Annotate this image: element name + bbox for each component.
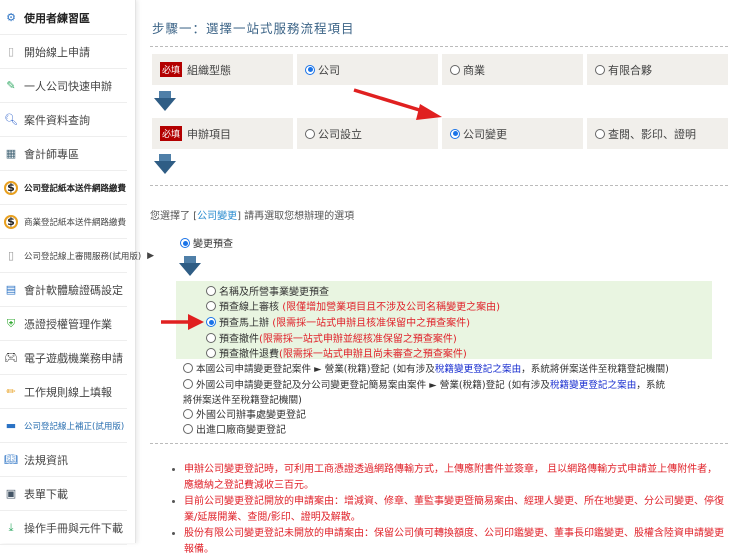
change-precheck-option[interactable]: 變更預查 bbox=[180, 235, 233, 250]
note-item: 目前公司變更登記開放的申請案由：增減資、修章、董監事變更暨簡易案由、經理人變更、… bbox=[184, 494, 727, 526]
dollar-icon: $ bbox=[4, 214, 18, 229]
radio[interactable] bbox=[305, 128, 315, 139]
apply-item-row: 必填 申辦項目 公司設立 公司變更 查閱、影印、證明 bbox=[152, 118, 728, 149]
clipboard-edit-icon: ✎ bbox=[6, 79, 16, 92]
red-arrow-icon bbox=[353, 88, 442, 120]
calculator-icon: ▦ bbox=[5, 147, 17, 160]
download-icon: ⤓ bbox=[8, 520, 14, 534]
down-arrow-icon bbox=[179, 256, 201, 276]
suboption[interactable]: 預查馬上辦 (限需採一站式申辦且核准保留中之預查案件) bbox=[206, 314, 470, 329]
sidebar-item-forms[interactable]: ▣ 表單下載 bbox=[0, 477, 127, 511]
dollar-icon: $ bbox=[4, 180, 18, 195]
apply-item-setup[interactable]: 公司設立 bbox=[297, 118, 438, 149]
suboption[interactable]: 名稱及所營事業變更預查 bbox=[206, 283, 329, 298]
suboption[interactable]: 預查撤件(限需採一站式申辦並經核准保留之預查案件) bbox=[206, 330, 457, 345]
phone-icon: ▯ bbox=[7, 249, 15, 262]
radio[interactable] bbox=[595, 64, 605, 75]
other-option[interactable]: 出進口廠商變更登記 bbox=[183, 421, 286, 436]
divider bbox=[150, 185, 728, 186]
radio[interactable] bbox=[450, 128, 460, 139]
calculator-grid-icon: ▤ bbox=[5, 283, 17, 296]
radio[interactable] bbox=[595, 128, 605, 139]
gears-icon: ⚙ bbox=[6, 11, 16, 24]
sidebar-item-game[interactable]: 🎮︎ 電子遊戲機業務申請 bbox=[0, 341, 127, 375]
gamepad-icon: 🎮︎ bbox=[4, 351, 18, 364]
other-option[interactable]: 外國公司申請變更登記及分公司變更登記簡易案由案件 ► 營業(稅籍)登記 (如有涉… bbox=[183, 377, 665, 391]
sidebar-item-one-person[interactable]: ✎ 一人公司快速申辦 bbox=[0, 69, 127, 103]
radio[interactable] bbox=[305, 64, 315, 75]
required-tag: 必填 bbox=[160, 62, 183, 77]
org-type-company[interactable]: 公司 bbox=[297, 54, 438, 85]
apply-item-inspect[interactable]: 查閱、影印、證明 bbox=[587, 118, 728, 149]
divider bbox=[150, 443, 728, 444]
save-icon: ▣ bbox=[5, 487, 17, 500]
sidebar-item-apply[interactable]: ▯ 開始線上申請 bbox=[0, 35, 127, 69]
other-option-cont: 將併案送件至稅籍登記機關) bbox=[183, 395, 302, 406]
apply-item-label: 必填 申辦項目 bbox=[152, 118, 293, 149]
radio[interactable] bbox=[450, 64, 460, 75]
sidebar-item-manual[interactable]: ⤓ 操作手冊與元件下載 bbox=[0, 511, 127, 545]
suboption[interactable]: 預查線上審核 (限僅增加營業項目且不涉及公司名稱變更之案由) bbox=[206, 298, 500, 313]
sidebar-item-query[interactable]: 🔍︎ 案件資料查詢 bbox=[0, 103, 127, 137]
org-type-label: 必填 組織型態 bbox=[152, 54, 293, 85]
chevron-right-icon[interactable]: ▶ bbox=[147, 251, 154, 261]
sidebar-item-practice[interactable]: ⚙ 使用者練習區 bbox=[0, 1, 127, 35]
pencil-icon: ✏ bbox=[6, 385, 16, 398]
sidebar-item-regulations[interactable]: 📖︎ 法規資訊 bbox=[0, 443, 127, 477]
sidebar-item-accountant[interactable]: ▦ 會計師專區 bbox=[0, 137, 127, 171]
other-option[interactable]: 外國公司辦事處變更登記 bbox=[183, 406, 306, 421]
selection-summary: 您選擇了 [公司變更] 請再選取您想辦理的選項 bbox=[150, 211, 355, 222]
other-option[interactable]: 本國公司申請變更登記案件 ► 營業(稅籍)登記 (如有涉及稅籍變更登記之案由，系… bbox=[183, 361, 669, 375]
required-tag: 必填 bbox=[160, 126, 183, 141]
sidebar: ⚙ 使用者練習區 ▯ 開始線上申請 ✎ 一人公司快速申辦 🔍︎ 案件資料查詢 ▦ 會計師專… bbox=[0, 0, 154, 545]
suboption[interactable]: 預查撤件退費(限需採一站式申辦且尚未審查之預查案件) bbox=[206, 345, 467, 360]
notes-list: 申辦公司變更登記時，可利用工商憑證透過網路傳輸方式，上傳應附書件並簽章， 且以網… bbox=[172, 462, 727, 558]
sidebar-item-company-payment[interactable]: $ 公司登記紙本送件網路繳費 bbox=[0, 171, 127, 205]
apply-item-change[interactable]: 公司變更 bbox=[442, 118, 583, 149]
page-title: 步驟一：選擇一站式服務流程項目 bbox=[152, 21, 355, 36]
org-type-partnership[interactable]: 有限合夥 bbox=[587, 54, 728, 85]
sidebar-item-certificate[interactable]: ⛨ 憑證授權管理作業 bbox=[0, 307, 127, 341]
book-icon: 📖︎ bbox=[4, 453, 18, 466]
document-icon: ▯ bbox=[7, 45, 15, 58]
shield-check-icon: ⛨ bbox=[6, 316, 16, 330]
card-icon: ▬ bbox=[5, 419, 17, 432]
divider bbox=[150, 46, 728, 47]
sidebar-item-software-code[interactable]: ▤ 會計軟體驗證碼設定 bbox=[0, 273, 127, 307]
radio[interactable] bbox=[180, 238, 190, 248]
note-item: 申辦公司變更登記時，可利用工商憑證透過網路傳輸方式，上傳應附書件並簽章， 且以網… bbox=[184, 462, 727, 494]
sidebar-item-business-payment[interactable]: $ 商業登記紙本送件網路繳費 bbox=[0, 205, 127, 239]
sidebar-item-correction[interactable]: ▬ 公司登記線上補正(試用版) bbox=[0, 409, 127, 443]
down-arrow-icon bbox=[154, 91, 176, 111]
sidebar-item-work-rules[interactable]: ✏ 工作規則線上填報 bbox=[0, 375, 127, 409]
note-item: 股份有限公司變更登記未開放的申請案由：保留公司債可轉換額度、公司印鑑變更、董事長… bbox=[184, 526, 727, 558]
sidebar-item-online-review[interactable]: ▯ 公司登記線上審閱服務(試用版) ▶ bbox=[0, 239, 154, 273]
search-icon: 🔍︎ bbox=[4, 113, 18, 126]
down-arrow-icon bbox=[154, 154, 176, 174]
chosen-link[interactable]: 公司變更 bbox=[197, 211, 237, 222]
org-type-business[interactable]: 商業 bbox=[442, 54, 583, 85]
org-type-row: 必填 組織型態 公司 商業 有限合夥 bbox=[152, 54, 728, 85]
